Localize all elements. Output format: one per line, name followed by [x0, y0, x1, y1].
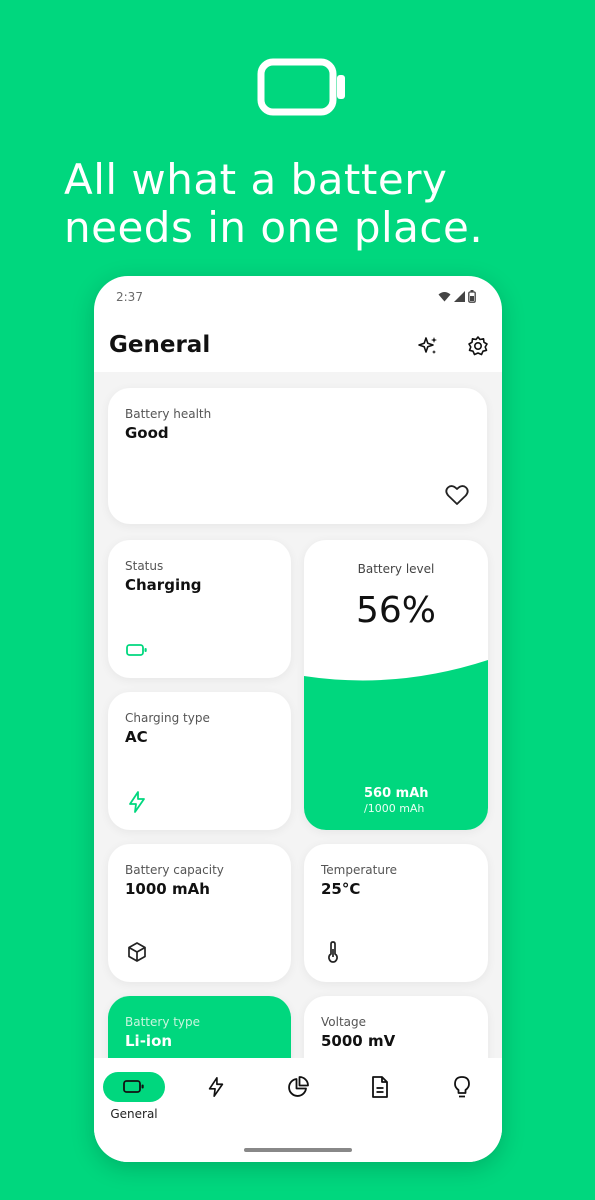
cube-icon [128, 942, 146, 962]
status-label: Status [125, 559, 164, 573]
promo-headline: All what a battery needs in one place. [64, 156, 564, 252]
nav-item-charging[interactable] [184, 1072, 248, 1132]
bolt-icon [208, 1077, 224, 1097]
charging-type-value: AC [125, 728, 148, 746]
promo-headline-line-1: All what a battery [64, 155, 448, 204]
battery-level-card[interactable]: Battery level 56% 560 mAh /1000 mAh [304, 540, 488, 830]
charging-type-label: Charging type [125, 711, 210, 725]
battery-capacity-card[interactable]: Battery capacity 1000 mAh [108, 844, 291, 982]
nav-active-indicator [103, 1072, 165, 1102]
temperature-card[interactable]: Temperature 25°C [304, 844, 488, 982]
card-grid: Battery health Good Status Charging Batt… [94, 372, 502, 1058]
battery-health-label: Battery health [125, 407, 212, 421]
heart-icon [445, 485, 469, 505]
battery-level-total: /1000 mAh [364, 802, 425, 815]
bottom-nav: General [94, 1058, 502, 1162]
status-bar: 2:37 [116, 290, 476, 306]
thermometer-icon [328, 941, 338, 963]
battery-type-value: Li-ion [125, 1032, 173, 1050]
battery-status-icon [468, 290, 476, 303]
voltage-card[interactable]: Voltage 5000 mV [304, 996, 488, 1058]
status-icons [438, 290, 476, 303]
promo-headline-line-2: needs in one place. [64, 203, 484, 252]
settings-icon [468, 336, 488, 356]
bolt-icon [129, 791, 145, 813]
temperature-value: 25°C [321, 880, 361, 898]
sparkles-icon [418, 337, 437, 354]
battery-icon [126, 644, 147, 656]
battery-level-value: 56% [355, 590, 436, 631]
battery-level-current: 560 mAh [364, 786, 429, 801]
battery-health-value: Good [125, 424, 169, 442]
settings-button[interactable] [466, 334, 490, 358]
nav-item-statistics[interactable] [266, 1072, 330, 1132]
nav-pill [267, 1072, 329, 1102]
nav-item-general[interactable]: General [102, 1072, 166, 1132]
wifi-icon [438, 292, 451, 302]
nav-item-reports[interactable] [348, 1072, 412, 1132]
pie-chart-icon [288, 1076, 309, 1097]
charging-type-card[interactable]: Charging type AC [108, 692, 291, 830]
page-title: General [109, 332, 211, 358]
battery-type-card[interactable]: Battery type Li-ion [108, 996, 291, 1058]
document-icon [372, 1076, 388, 1098]
battery-capacity-label: Battery capacity [125, 863, 224, 877]
status-value: Charging [125, 576, 202, 594]
voltage-label: Voltage [321, 1015, 367, 1029]
nav-item-tips[interactable] [430, 1072, 494, 1132]
home-indicator[interactable] [244, 1148, 352, 1152]
nav-item-label: General [110, 1107, 158, 1121]
nav-pill [349, 1072, 411, 1102]
battery-icon [123, 1080, 144, 1093]
signal-icon [454, 291, 465, 302]
sparkles-button[interactable] [416, 334, 440, 358]
lightbulb-icon [454, 1076, 470, 1098]
battery-capacity-value: 1000 mAh [125, 880, 210, 898]
battery-type-label: Battery type [125, 1015, 201, 1029]
battery-health-card[interactable]: Battery health Good [108, 388, 487, 524]
nav-pill [431, 1072, 493, 1102]
status-time: 2:37 [116, 290, 143, 304]
voltage-value: 5000 mV [321, 1032, 396, 1050]
phone-frame: 2:37 General Battery health Good Status … [94, 276, 502, 1162]
battery-icon [257, 58, 345, 116]
temperature-label: Temperature [321, 863, 398, 877]
battery-level-label: Battery level [357, 562, 435, 576]
status-card[interactable]: Status Charging [108, 540, 291, 678]
nav-pill [185, 1072, 247, 1102]
